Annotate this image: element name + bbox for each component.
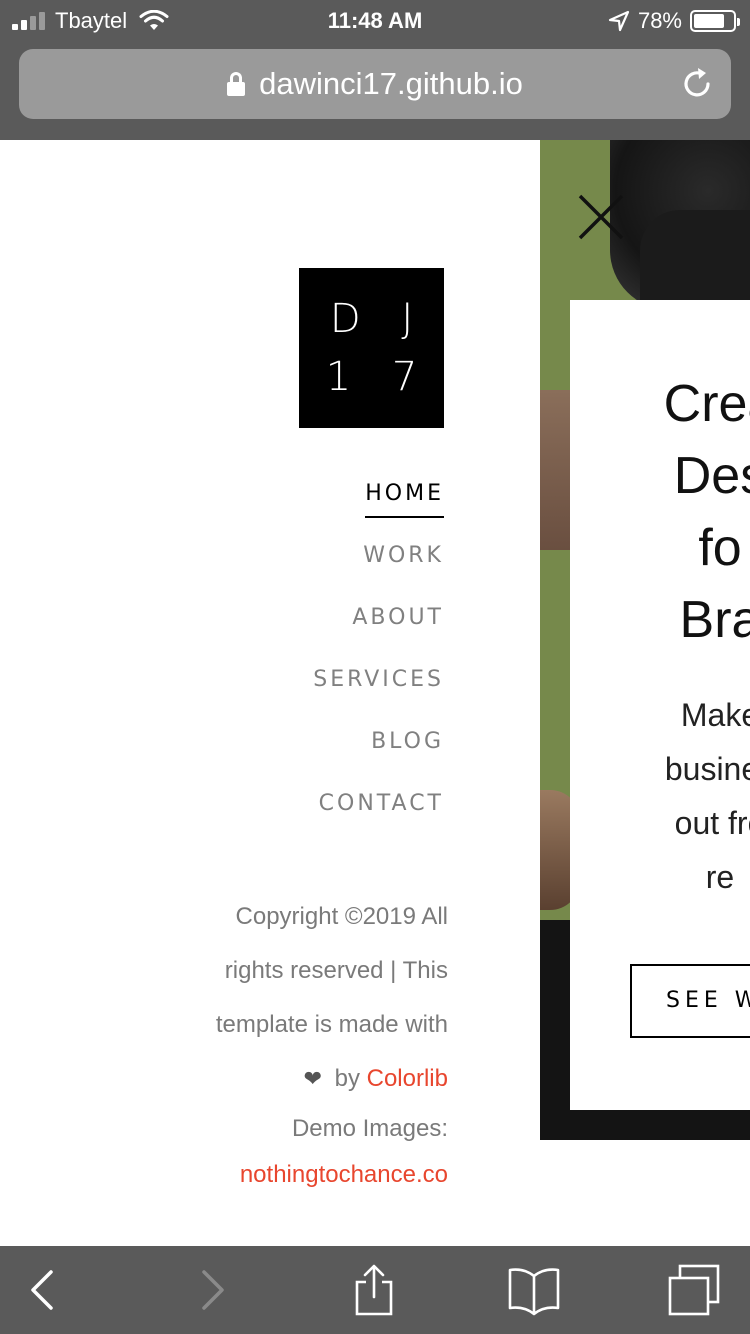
hero-title-line: Crea <box>663 375 750 433</box>
sidebar-footer: Copyright ©2019 All rights reserved | Th… <box>148 890 448 1198</box>
offcanvas-sidebar: D J 1 7 HOME WORK ABOUT SERVICES BLOG CO… <box>0 140 540 1246</box>
nav-item-label: ABOUT <box>352 605 444 630</box>
chevron-right-icon[interactable] <box>186 1264 238 1316</box>
web-page: D J 1 7 HOME WORK ABOUT SERVICES BLOG CO… <box>0 140 750 1246</box>
see-work-button[interactable]: SEE W <box>630 964 750 1038</box>
nav-item-about[interactable]: ABOUT <box>313 594 444 656</box>
address-bar[interactable]: dawinci17.github.io <box>19 49 731 119</box>
heart-icon: ❤ <box>303 1066 322 1091</box>
status-bar: Tbaytel 11:48 AM 78% <box>0 0 750 42</box>
main-nav: HOME WORK ABOUT SERVICES BLOG CONTACT <box>313 470 444 842</box>
logo-line-2: 1 7 <box>325 354 432 400</box>
battery-icon <box>690 10 740 32</box>
logo-line-1: D J <box>329 296 428 342</box>
hero-title-line: Des <box>673 447 750 505</box>
hero-card: Crea Des fo Bra Make busines out fro re … <box>570 300 750 1110</box>
close-icon[interactable] <box>576 192 626 242</box>
by-text: by <box>334 1065 360 1092</box>
hero-title: Crea Des fo Bra <box>570 368 750 656</box>
nav-item-label: HOME <box>365 481 444 518</box>
nav-item-work[interactable]: WORK <box>313 532 444 594</box>
nav-item-label: SERVICES <box>313 667 444 692</box>
bookmarks-icon[interactable] <box>508 1264 560 1316</box>
browser-address-area: dawinci17.github.io <box>0 42 750 140</box>
nav-item-blog[interactable]: BLOG <box>313 718 444 780</box>
reload-icon[interactable] <box>679 66 715 102</box>
nav-item-services[interactable]: SERVICES <box>313 656 444 718</box>
copyright-line-2: rights reserved | This <box>224 957 448 984</box>
nav-item-contact[interactable]: CONTACT <box>313 780 444 842</box>
demo-images-label: Demo Images: <box>291 1115 448 1142</box>
demo-images-link[interactable]: nothingtochance.co <box>240 1161 448 1188</box>
nav-item-label: WORK <box>363 543 444 568</box>
colorlib-link[interactable]: Colorlib <box>367 1065 448 1092</box>
hero-description-line: out fro <box>674 805 750 841</box>
nav-item-home[interactable]: HOME <box>313 470 444 532</box>
hero-title-line: Bra <box>679 591 750 649</box>
status-right: 78% <box>608 6 740 36</box>
chevron-left-icon[interactable] <box>17 1264 69 1316</box>
lock-icon <box>227 72 246 96</box>
nav-item-label: BLOG <box>371 729 444 754</box>
nav-item-label: CONTACT <box>318 791 444 816</box>
copyright-line-3: template is made with <box>215 1011 448 1038</box>
hero-title-line: fo <box>698 519 742 577</box>
location-arrow-icon <box>608 10 630 32</box>
hero-description-line: re <box>705 859 735 895</box>
browser-toolbar <box>0 1246 750 1334</box>
hero-photo-hair-detail <box>640 210 750 300</box>
url-text: dawinci17.github.io <box>259 66 523 101</box>
hero-description-line: Make <box>680 697 750 733</box>
hero-description: Make busines out fro re <box>570 688 750 904</box>
battery-level-fill <box>694 14 724 28</box>
copyright-line-1: Copyright ©2019 All <box>235 903 448 930</box>
address-bar-text-wrap: dawinci17.github.io <box>19 49 731 119</box>
site-logo[interactable]: D J 1 7 <box>299 268 444 428</box>
hero-description-line: busines <box>664 751 750 787</box>
tabs-icon[interactable] <box>668 1264 720 1316</box>
copyright-line-4: ❤ by Colorlib <box>148 1052 448 1106</box>
battery-percentage: 78% <box>637 8 682 33</box>
share-icon[interactable] <box>348 1264 400 1316</box>
